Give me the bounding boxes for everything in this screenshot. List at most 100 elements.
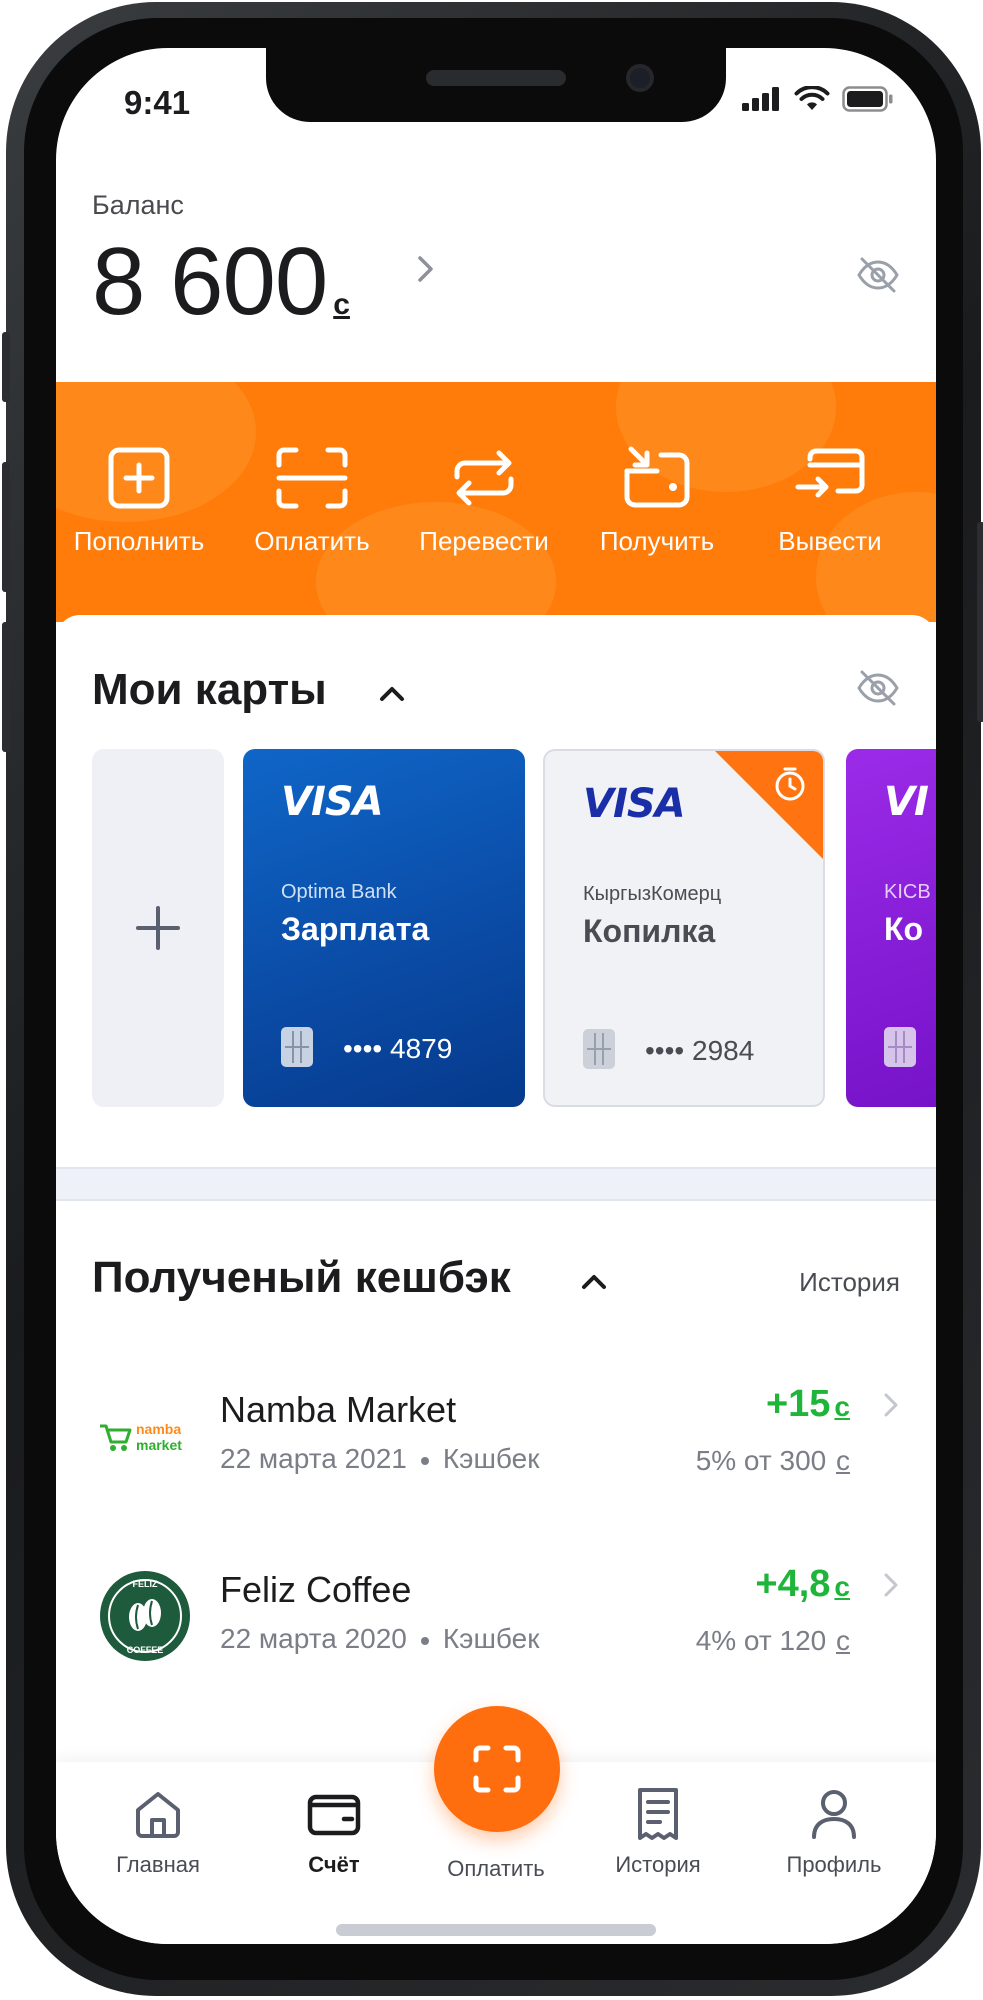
card-number: •••• 2984 xyxy=(645,1035,755,1066)
card-bank: KICB xyxy=(884,881,931,903)
card-piggybank[interactable]: VISA КыргызКомерц Копилка •••• 2984 xyxy=(543,749,825,1107)
action-label: Вывести xyxy=(778,526,882,556)
balance-currency: с xyxy=(333,288,350,321)
action-withdraw-button[interactable]: Вывести xyxy=(755,440,905,557)
my-cards-section: Мои карты VISA Optima Bank Зарплата ••••… xyxy=(56,615,936,1169)
cashback-item[interactable]: namba market Namba Market 22 марта 2021 К… xyxy=(56,1383,936,1509)
detail-value: 5% от 300 xyxy=(695,1445,827,1476)
tab-label: Счёт xyxy=(308,1852,360,1877)
cashback-section: Полученый кешбэк История namba market Na… xyxy=(56,1199,936,1789)
balance-amount: 8 600 xyxy=(92,228,328,335)
signal-icon xyxy=(742,87,779,111)
status-time: 9:41 xyxy=(124,84,191,121)
chip-icon xyxy=(281,1027,313,1067)
detail-currency: с xyxy=(836,1445,850,1476)
app-screen: 9:41 Баланс 8 600 с Пополнить Оплатить П… xyxy=(56,48,936,1944)
card-name: Ко xyxy=(884,911,924,947)
cashback-item[interactable]: FELIZ COFFEE Feliz Coffee 22 марта 2020 К… xyxy=(56,1563,936,1689)
eye-off-icon[interactable] xyxy=(856,669,900,707)
action-receive-button[interactable]: Получить xyxy=(582,440,732,557)
logo-text: market xyxy=(136,1437,182,1453)
wallet-icon xyxy=(307,1794,361,1836)
tab-profile[interactable]: Профиль xyxy=(769,1784,899,1878)
logo-text: FELIZ xyxy=(133,1579,158,1589)
action-label: Пополнить xyxy=(73,526,205,556)
amount-value: +15 xyxy=(765,1383,831,1425)
battery-icon xyxy=(842,86,893,112)
user-icon xyxy=(812,1790,856,1839)
card-name: Зарплата xyxy=(281,911,430,947)
chevron-right-icon[interactable] xyxy=(416,254,436,284)
tab-label: История xyxy=(615,1852,701,1877)
cashback-date: 22 марта 2020 xyxy=(220,1623,407,1654)
withdraw-icon xyxy=(795,448,865,498)
amount-value: +4,8 xyxy=(755,1563,831,1605)
card-bank: Optima Bank xyxy=(281,881,397,903)
separator-dot xyxy=(420,1456,429,1465)
my-cards-title[interactable]: Мои карты xyxy=(92,665,327,715)
visa-logo: VISA xyxy=(281,779,384,825)
card-kicb[interactable]: VI KICB Ко xyxy=(846,749,936,1107)
logo-text: namba xyxy=(136,1421,181,1437)
action-top-up-button[interactable]: Пополнить xyxy=(64,440,214,557)
clock-icon xyxy=(775,767,805,801)
speaker xyxy=(426,70,566,86)
receive-icon xyxy=(624,446,690,508)
merchant-name: Namba Market xyxy=(220,1389,457,1430)
cashback-history-link[interactable]: История xyxy=(799,1267,900,1298)
add-card-button[interactable] xyxy=(92,749,224,1107)
amount-currency: с xyxy=(834,1391,850,1422)
separator-dot xyxy=(420,1636,429,1645)
logo-text: COFFEE xyxy=(127,1645,164,1655)
pay-scan-button[interactable] xyxy=(434,1706,560,1832)
balance-value[interactable]: 8 600 с xyxy=(92,234,350,330)
cashback-type: Кэшбек xyxy=(442,1443,540,1474)
card-salary[interactable]: VISA Optima Bank Зарплата •••• 4879 xyxy=(243,749,525,1107)
status-icons xyxy=(742,86,894,112)
volume-up-button xyxy=(2,462,10,592)
action-label: Получить xyxy=(599,526,715,556)
card-bank: КыргызКомерц xyxy=(583,883,722,905)
volume-down-button xyxy=(2,622,10,752)
chevron-right-icon xyxy=(884,1573,898,1597)
cashback-detail: 4% от 120 с xyxy=(696,1625,850,1657)
chevron-up-icon[interactable] xyxy=(378,683,406,703)
add-square-icon xyxy=(108,447,170,509)
home-indicator[interactable] xyxy=(336,1924,656,1936)
home-icon xyxy=(136,1792,180,1838)
chip-icon xyxy=(884,1027,916,1067)
balance-label: Баланс xyxy=(92,190,184,220)
tab-label: Оплатить xyxy=(447,1856,545,1881)
card-number: •••• 4879 xyxy=(343,1033,453,1064)
tab-label: Главная xyxy=(116,1852,200,1877)
tab-pay-label[interactable]: Оплатить xyxy=(431,1856,561,1882)
tab-home[interactable]: Главная xyxy=(93,1784,223,1878)
front-camera xyxy=(626,64,654,92)
tab-account[interactable]: Счёт xyxy=(269,1784,399,1878)
tab-label: Профиль xyxy=(786,1852,882,1877)
cashback-detail: 5% от 300 с xyxy=(696,1445,850,1477)
action-pay-button[interactable]: Оплатить xyxy=(237,440,387,557)
cashback-amount: +4,8 с xyxy=(755,1563,850,1606)
plus-icon xyxy=(136,906,180,950)
cashback-date: 22 марта 2021 xyxy=(220,1443,407,1474)
receipt-icon xyxy=(638,1788,678,1840)
action-transfer-button[interactable]: Перевести xyxy=(409,440,559,557)
scan-icon xyxy=(276,447,348,509)
scan-icon xyxy=(473,1745,521,1793)
cashback-meta: 22 марта 2021 Кэшбек xyxy=(220,1443,539,1475)
quick-actions-bar: Пополнить Оплатить Перевести Получить Вы… xyxy=(56,382,936,622)
tab-history[interactable]: История xyxy=(593,1784,723,1878)
visa-logo: VISA xyxy=(583,781,686,827)
eye-off-icon[interactable] xyxy=(856,256,900,294)
chip-icon xyxy=(583,1029,615,1069)
section-divider xyxy=(56,1169,936,1199)
transfer-icon xyxy=(454,450,514,506)
chevron-right-icon xyxy=(884,1393,898,1417)
amount-currency: с xyxy=(834,1571,850,1602)
cashback-meta: 22 марта 2020 Кэшбек xyxy=(220,1623,539,1655)
mute-switch xyxy=(2,332,10,402)
cashback-title[interactable]: Полученый кешбэк xyxy=(92,1253,511,1303)
detail-currency: с xyxy=(836,1625,850,1656)
chevron-up-icon[interactable] xyxy=(580,1271,608,1291)
